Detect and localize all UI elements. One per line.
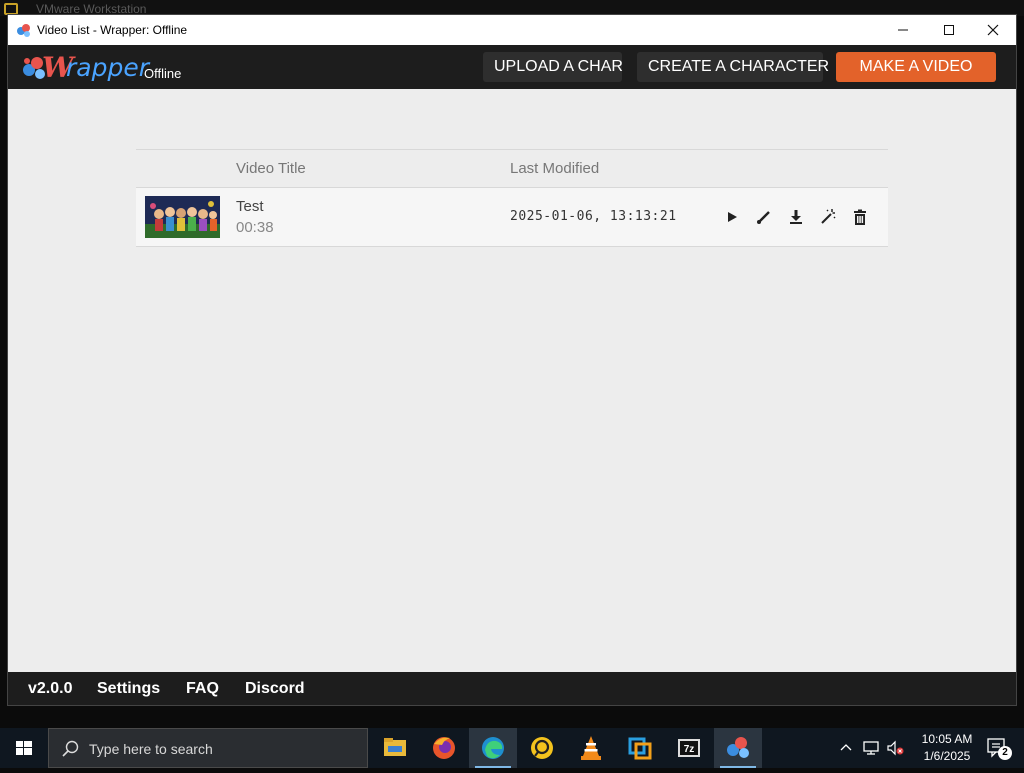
search-icon — [62, 740, 79, 757]
host-titlebar: VMware Workstation — [0, 0, 1024, 16]
video-last-modified: 2025-01-06, 13:13:21 — [510, 209, 677, 224]
faq-link[interactable]: FAQ — [186, 680, 219, 698]
firefox-icon — [433, 737, 455, 759]
magic-wand-icon — [821, 209, 836, 224]
system-tray: 10:05 AM 1/6/2025 2 — [836, 728, 1024, 768]
media-app-icon — [531, 737, 553, 759]
taskbar-vmware[interactable] — [616, 728, 664, 768]
file-explorer-icon — [384, 738, 406, 756]
close-button[interactable] — [970, 15, 1016, 45]
volume-muted-icon[interactable] — [886, 740, 904, 756]
taskbar-search[interactable]: Type here to search — [48, 728, 368, 768]
download-button[interactable] — [786, 207, 806, 227]
trash-icon — [854, 209, 866, 225]
taskbar-vlc[interactable] — [567, 728, 615, 768]
taskbar-edge[interactable] — [469, 728, 517, 768]
notification-count-badge: 2 — [998, 746, 1012, 760]
taskbar-wrapper[interactable] — [714, 728, 762, 768]
app-footer: v2.0.0 Settings FAQ Discord — [8, 672, 1016, 705]
taskbar-7zip[interactable]: 7z — [665, 728, 713, 768]
start-button[interactable] — [0, 728, 48, 768]
close-icon — [987, 24, 999, 36]
app-window: Video List - Wrapper: Offline W rapper O… — [8, 15, 1016, 705]
play-button[interactable] — [722, 207, 742, 227]
video-list-table: Video Title Last Modified Test 00:38 202… — [136, 149, 888, 247]
network-icon[interactable] — [862, 740, 880, 756]
column-last-modified[interactable]: Last Modified — [510, 160, 599, 177]
edit-brush-icon — [757, 211, 770, 224]
taskbar-file-explorer[interactable] — [371, 728, 419, 768]
logo-text: rapper — [66, 53, 149, 82]
version-label: v2.0.0 — [28, 680, 73, 697]
7zip-icon: 7z — [678, 739, 700, 757]
main-content: Video Title Last Modified Test 00:38 202… — [8, 89, 1016, 672]
search-placeholder: Type here to search — [89, 741, 213, 757]
edit-button[interactable] — [754, 207, 774, 227]
clock-date[interactable]: 1/6/2025 — [914, 749, 980, 763]
taskbar: Type here to search 7z 10:05 AM 1/6/2025… — [0, 728, 1024, 768]
edge-icon — [482, 737, 504, 759]
table-header: Video Title Last Modified — [136, 149, 888, 188]
minimize-icon — [898, 29, 908, 31]
table-row[interactable]: Test 00:38 2025-01-06, 13:13:21 — [136, 188, 888, 247]
play-icon — [728, 212, 737, 222]
chevron-up-icon[interactable] — [840, 742, 852, 754]
wrapper-app-icon — [16, 22, 32, 38]
clock-time[interactable]: 10:05 AM — [914, 732, 980, 746]
minimize-button[interactable] — [880, 15, 926, 45]
video-thumbnail[interactable] — [145, 196, 220, 238]
magic-wand-button[interactable] — [818, 207, 838, 227]
wrapper-icon — [727, 737, 749, 758]
svg-text:7z: 7z — [684, 744, 695, 755]
window-title: Video List - Wrapper: Offline — [37, 23, 188, 37]
upload-char-button[interactable]: UPLOAD A CHAR — [483, 52, 623, 82]
download-icon — [790, 210, 802, 224]
maximize-button[interactable] — [926, 15, 972, 45]
video-duration: 00:38 — [236, 219, 274, 236]
taskbar-firefox[interactable] — [420, 728, 468, 768]
windows-logo-icon — [16, 741, 32, 755]
logo-subtitle: Offline — [144, 66, 182, 81]
column-video-title[interactable]: Video Title — [236, 160, 306, 177]
window-titlebar: Video List - Wrapper: Offline — [8, 15, 1016, 45]
create-character-button[interactable]: CREATE A CHARACTER — [637, 52, 829, 82]
vlc-icon — [581, 736, 601, 760]
app-header: W rapper Offline UPLOAD A CHAR CREATE A … — [8, 45, 1016, 89]
vmware-icon — [4, 3, 18, 15]
maximize-icon — [944, 25, 954, 35]
vmware-icon — [628, 737, 652, 760]
host-title: VMware Workstation — [36, 2, 147, 16]
discord-link[interactable]: Discord — [245, 680, 305, 698]
taskbar-media-app[interactable] — [518, 728, 566, 768]
make-video-button[interactable]: MAKE A VIDEO — [836, 52, 996, 82]
video-title: Test — [236, 198, 264, 215]
delete-button[interactable] — [850, 207, 870, 227]
wrapper-logo[interactable]: W rapper Offline — [22, 50, 202, 84]
settings-link[interactable]: Settings — [97, 680, 160, 698]
